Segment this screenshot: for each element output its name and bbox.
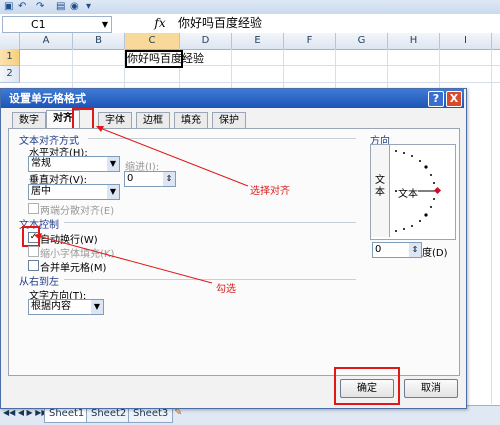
annotation-arrows xyxy=(34,126,249,284)
highlight-ok-button xyxy=(334,367,400,405)
annotation-select-align: 选择对齐 xyxy=(250,186,290,197)
cancel-button[interactable]: 取消 xyxy=(404,379,458,398)
annotation-check: 勾选 xyxy=(216,284,236,295)
